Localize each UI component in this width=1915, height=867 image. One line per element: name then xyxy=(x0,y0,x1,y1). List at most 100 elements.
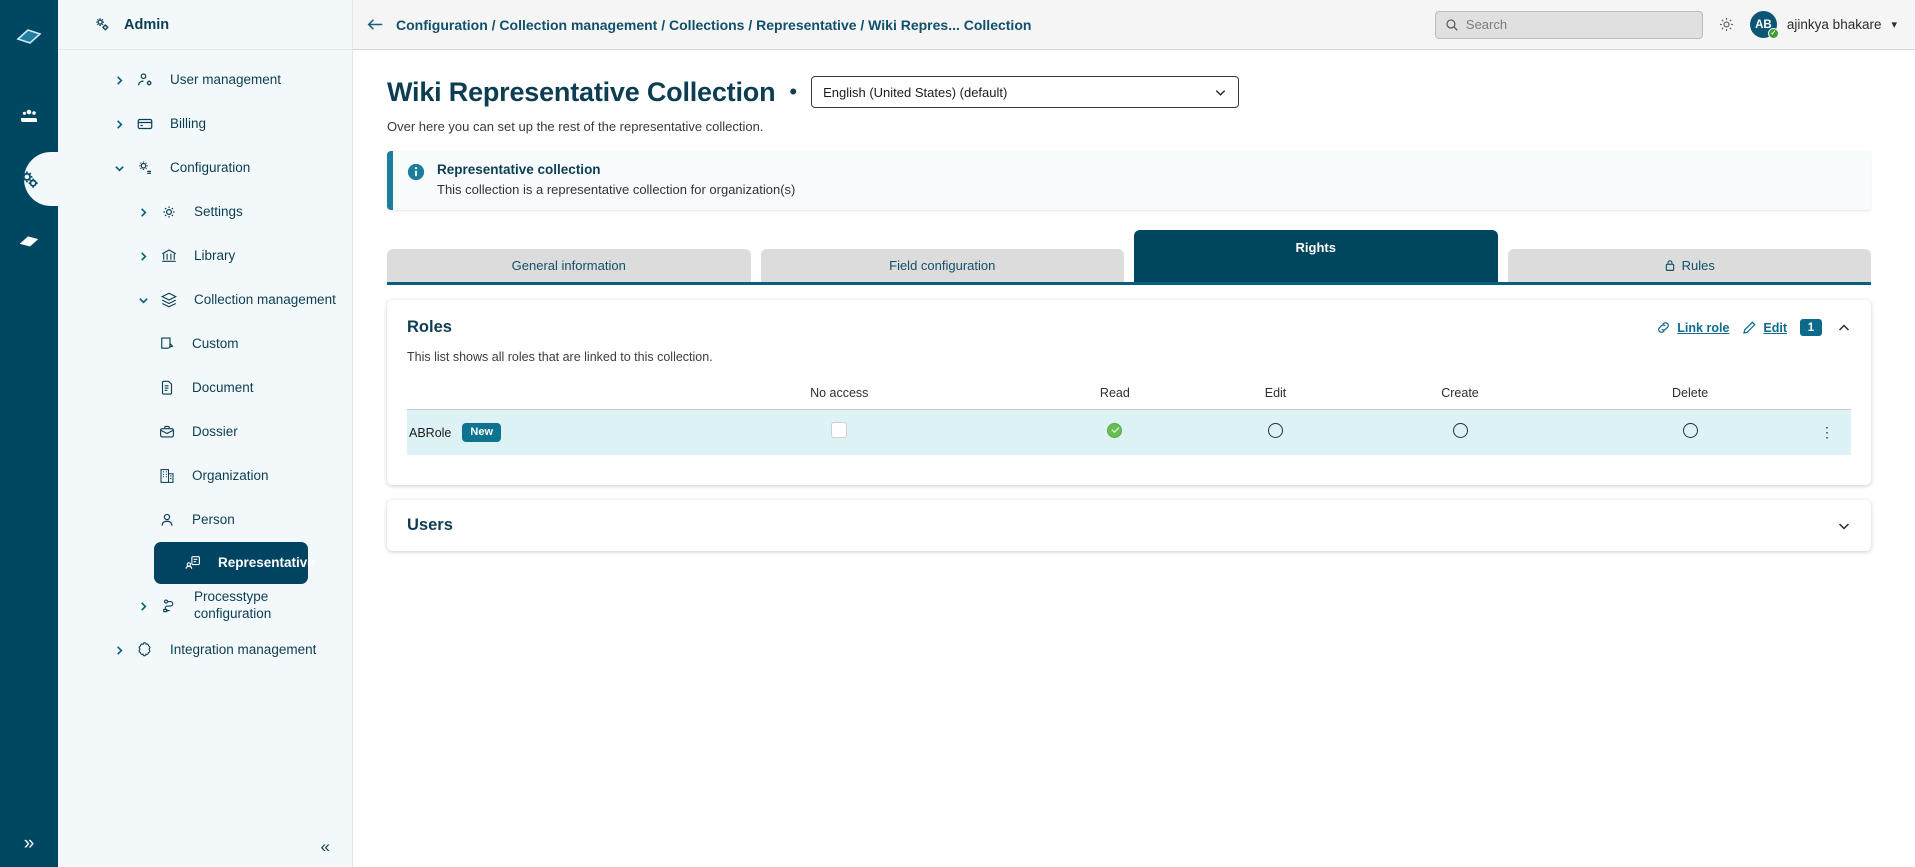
users-title: Users xyxy=(407,516,453,534)
sidebar-nav-list: User management Billing Configuration Se… xyxy=(58,50,352,815)
users-card[interactable]: Users xyxy=(387,500,1871,551)
back-arrow-icon[interactable] xyxy=(367,17,384,32)
sidebar-item-processtype-configuration[interactable]: Processtype configuration xyxy=(58,584,352,628)
sidebar-item-label: Collection management xyxy=(194,291,336,307)
pencil-icon xyxy=(1742,320,1757,335)
edit-radio[interactable] xyxy=(1268,422,1283,438)
search-input[interactable] xyxy=(1434,10,1703,39)
link-role-label: Link role xyxy=(1677,320,1730,335)
sidebar-item-user-management[interactable]: User management xyxy=(58,58,352,102)
page-content: Wiki Representative Collection • English… xyxy=(353,50,1915,867)
info-banner-body: Representative collection This collectio… xyxy=(437,162,795,197)
sidebar-item-label: Billing xyxy=(170,115,207,131)
sidebar-item-settings[interactable]: Settings xyxy=(58,190,352,234)
sidebar-item-representative[interactable]: Representative xyxy=(154,542,315,584)
layers-icon xyxy=(156,291,182,309)
chevron-down-icon[interactable] xyxy=(130,295,156,306)
icon-rail: » xyxy=(0,0,82,867)
rail-item-list xyxy=(0,86,82,272)
info-circle-icon xyxy=(407,163,425,186)
sidebar-item-configuration[interactable]: Configuration xyxy=(58,146,352,190)
role-cell-inner: ABRole New xyxy=(407,423,657,442)
create-cell xyxy=(1343,410,1577,456)
chevron-right-icon[interactable] xyxy=(106,645,132,656)
sidebar-item-dossier[interactable]: Dossier xyxy=(58,410,352,454)
sidebar-item-library[interactable]: Library xyxy=(58,234,352,278)
edit-roles-button[interactable]: Edit xyxy=(1742,320,1787,335)
user-settings-icon xyxy=(132,71,158,89)
column-header-no-access: No access xyxy=(657,380,1022,410)
users-rail-icon[interactable] xyxy=(0,86,58,148)
link-icon xyxy=(1656,320,1671,335)
tab-label: General information xyxy=(511,258,626,273)
top-bar-right: AB ✓ ajinkya bhakare ▾ xyxy=(1434,10,1897,39)
sidebar-item-label: Representative xyxy=(218,554,315,570)
row-actions-cell: ⋮ xyxy=(1803,410,1851,456)
sidebar-collapse-button[interactable]: « xyxy=(321,838,330,855)
tab-general-information[interactable]: General information xyxy=(387,249,751,282)
chevron-right-icon[interactable] xyxy=(130,601,156,612)
sidebar-item-custom[interactable]: Custom xyxy=(58,322,352,366)
cloud-logo-icon[interactable] xyxy=(9,14,49,58)
read-radio[interactable] xyxy=(1107,422,1123,438)
roles-count-badge: 1 xyxy=(1800,319,1822,336)
sidebar-item-label: Settings xyxy=(194,203,243,219)
tab-label: Rules xyxy=(1681,258,1715,273)
search-field[interactable] xyxy=(1465,17,1693,32)
read-cell xyxy=(1022,410,1209,456)
no-access-checkbox[interactable] xyxy=(831,422,848,438)
navigation-sidebar: Admin User management Billing Configurat… xyxy=(58,0,353,867)
link-role-button[interactable]: Link role xyxy=(1656,320,1729,335)
tab-rights[interactable]: Rights xyxy=(1134,230,1498,282)
library-bank-icon xyxy=(156,247,182,265)
edit-cell xyxy=(1208,410,1343,456)
sidebar-item-billing[interactable]: Billing xyxy=(58,102,352,146)
configuration-rail-icon[interactable] xyxy=(0,148,82,210)
sidebar-item-person[interactable]: Person xyxy=(58,498,352,542)
delete-radio[interactable] xyxy=(1682,422,1698,438)
chevron-down-icon[interactable]: ▾ xyxy=(1891,18,1897,31)
sidebar-item-collection-management[interactable]: Collection management xyxy=(58,278,352,322)
column-header-create: Create xyxy=(1342,380,1578,410)
title-separator: • xyxy=(789,79,798,104)
sidebar-item-document[interactable]: Document xyxy=(58,366,352,410)
language-select[interactable]: English (United States) (default) xyxy=(811,76,1240,108)
sidebar-item-label: Custom xyxy=(192,335,239,351)
representative-icon xyxy=(180,554,206,572)
edit-label: Edit xyxy=(1763,320,1787,335)
search-icon xyxy=(1445,18,1459,32)
chevron-right-icon[interactable] xyxy=(106,119,132,130)
tab-rules[interactable]: Rules xyxy=(1507,249,1871,282)
column-header-actions xyxy=(1803,380,1851,410)
configuration-gear-icon xyxy=(132,159,158,177)
new-badge: New xyxy=(462,423,502,442)
sidebar-item-organization[interactable]: Organization xyxy=(58,454,352,498)
sidebar-item-label: Processtype configuration xyxy=(194,589,272,621)
chevron-down-icon[interactable] xyxy=(106,163,132,174)
sidebar-item-label: Library xyxy=(194,247,236,263)
rail-expand-button[interactable]: » xyxy=(0,834,58,853)
chevron-right-icon[interactable] xyxy=(130,251,156,262)
kebab-menu-icon[interactable]: ⋮ xyxy=(1820,424,1834,440)
chevron-right-icon[interactable] xyxy=(106,75,132,86)
user-menu[interactable]: AB ✓ ajinkya bhakare ▾ xyxy=(1749,11,1897,39)
roles-card: Roles Link role Edit 1 This list shows a… xyxy=(387,300,1871,485)
column-header-edit: Edit xyxy=(1208,380,1343,410)
table-row[interactable]: ABRole New ⋮ xyxy=(407,409,1851,456)
chevron-down-icon xyxy=(1214,86,1227,99)
person-icon xyxy=(154,511,180,529)
chevron-right-icon[interactable] xyxy=(130,207,156,218)
custom-pencil-page-icon xyxy=(154,335,180,353)
tab-field-configuration[interactable]: Field configuration xyxy=(760,249,1124,282)
create-radio[interactable] xyxy=(1452,422,1468,438)
gear-icon xyxy=(156,203,182,221)
sidebar-item-integration-management[interactable]: Integration management xyxy=(58,628,352,672)
settings-gear-icon[interactable] xyxy=(1717,15,1736,34)
breadcrumb[interactable]: Configuration / Collection management / … xyxy=(396,17,1031,33)
integration-rail-icon[interactable] xyxy=(0,210,58,272)
sidebar-title: Admin xyxy=(124,16,170,33)
language-selected-value: English (United States) (default) xyxy=(823,84,1008,100)
sidebar-item-label: Organization xyxy=(192,467,269,483)
chevron-down-icon[interactable] xyxy=(1837,519,1851,533)
chevron-up-icon[interactable] xyxy=(1837,321,1851,335)
